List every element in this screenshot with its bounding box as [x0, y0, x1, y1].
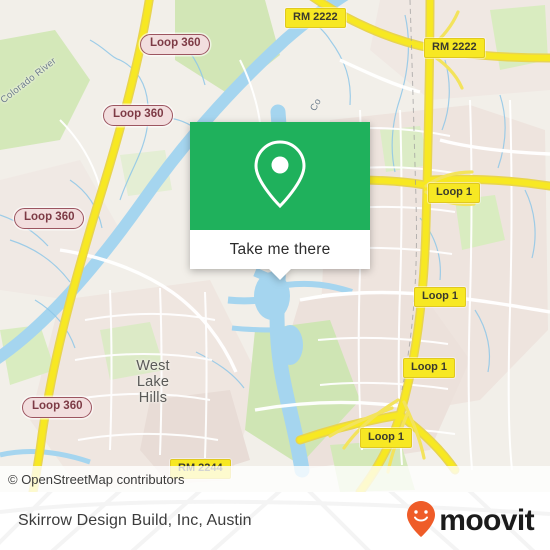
page-title: Skirrow Design Build, Inc, Austin — [18, 512, 252, 529]
take-me-there-button[interactable]: Take me there — [190, 230, 370, 269]
shield-loop-1-upper[interactable]: Loop 1 — [428, 183, 481, 203]
moovit-wordmark: moovit — [439, 504, 534, 537]
popup-tail — [269, 269, 291, 280]
shield-loop-360-top[interactable]: Loop 360 — [140, 34, 211, 55]
map-attribution-bar[interactable]: © OpenStreetMap contributors — [0, 466, 550, 492]
footer-bar: Skirrow Design Build, Inc, Austin moovit — [0, 492, 550, 550]
shield-loop-360-mid-left[interactable]: Loop 360 — [14, 208, 85, 229]
map-pin-icon — [251, 138, 309, 215]
shield-loop-360-bottom-left[interactable]: Loop 360 — [22, 397, 93, 418]
shield-loop-1-mid[interactable]: Loop 1 — [414, 287, 467, 307]
shield-loop-1-bottom[interactable]: Loop 1 — [360, 428, 413, 448]
take-me-there-label: Take me there — [229, 240, 331, 258]
shield-rm-2222-right[interactable]: RM 2222 — [424, 38, 485, 58]
osm-attribution-text: © OpenStreetMap contributors — [8, 471, 185, 487]
shield-rm-2222-top[interactable]: RM 2222 — [285, 8, 346, 28]
map-page: West Lake Hills Colorado River Co RM 222… — [0, 0, 550, 550]
popup-header — [190, 122, 370, 230]
moovit-logo[interactable]: moovit — [406, 500, 535, 543]
moovit-smiling-pin-icon — [406, 500, 436, 543]
shield-loop-360-upper-left[interactable]: Loop 360 — [103, 105, 174, 126]
shield-loop-1-lower[interactable]: Loop 1 — [403, 358, 456, 378]
location-popup-card[interactable]: Take me there — [190, 122, 370, 280]
